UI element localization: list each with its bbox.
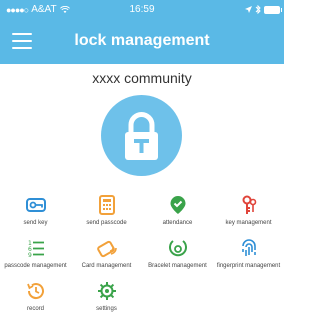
menu-item-settings[interactable]: settings bbox=[71, 280, 142, 323]
top-bar: ●●●●○ A&AT 16:59 lock management bbox=[0, 0, 284, 64]
menu-item-label: Bracelet management bbox=[148, 263, 207, 269]
padlock-icon bbox=[125, 112, 158, 160]
passcode-list-icon: 1 6 9 bbox=[28, 240, 44, 259]
menu-item-label: settings bbox=[96, 306, 117, 312]
send-key-icon bbox=[25, 198, 46, 212]
attendance-check-icon bbox=[170, 196, 185, 214]
menu-item-key-management[interactable]: key management bbox=[213, 194, 284, 237]
bluetooth-icon bbox=[255, 5, 261, 14]
battery-icon bbox=[264, 5, 282, 14]
menu-item-send-key[interactable]: send key bbox=[0, 194, 71, 237]
card-icon bbox=[96, 240, 117, 258]
menu-item-label: record bbox=[26, 306, 44, 312]
menu-item-label: Card management bbox=[81, 263, 132, 269]
community-name: xxxx community bbox=[92, 70, 192, 86]
menu-item-record[interactable]: record bbox=[0, 280, 71, 323]
grid-row: 1 6 9 passcode management Card managemen… bbox=[0, 237, 284, 280]
menu-item-send-passcode[interactable]: send passcode bbox=[71, 194, 142, 237]
menu-item-bracelet-management[interactable]: Bracelet management bbox=[142, 237, 213, 280]
bracelet-icon bbox=[168, 240, 187, 257]
menu-item-label: send key bbox=[23, 220, 48, 226]
menu-item-passcode-management[interactable]: 1 6 9 passcode management bbox=[0, 237, 71, 280]
status-right bbox=[245, 5, 282, 14]
grid-row: record settings bbox=[0, 280, 284, 323]
menu-item-label: attendance bbox=[162, 220, 193, 226]
location-arrow-icon bbox=[245, 6, 252, 13]
unlock-button[interactable] bbox=[101, 95, 182, 176]
menu-item-label: passcode management bbox=[4, 263, 67, 269]
settings-gear-icon bbox=[97, 282, 116, 300]
record-history-icon bbox=[26, 283, 44, 300]
status-bar: ●●●●○ A&AT 16:59 bbox=[0, 0, 284, 20]
menu-item-fingerprint-management[interactable]: fingerprint management bbox=[213, 237, 284, 280]
function-grid: send key send passcode attendance key ma… bbox=[0, 194, 284, 323]
svg-text:9: 9 bbox=[28, 252, 32, 259]
menu-item-card-management[interactable]: Card management bbox=[71, 237, 142, 280]
fingerprint-icon bbox=[241, 239, 256, 256]
status-time: 16:59 bbox=[129, 4, 155, 15]
passcode-calculator-icon bbox=[98, 195, 115, 215]
menu-item-label: send passcode bbox=[86, 220, 127, 226]
grid-row: send key send passcode attendance key ma… bbox=[0, 194, 284, 237]
menu-item-label: key management bbox=[225, 220, 272, 226]
menu-item-label: fingerprint management bbox=[216, 263, 281, 269]
menu-item-attendance[interactable]: attendance bbox=[142, 194, 213, 237]
nav-bar: lock management bbox=[0, 20, 284, 64]
key-management-icon bbox=[242, 195, 256, 214]
page-title: lock management bbox=[74, 32, 210, 49]
